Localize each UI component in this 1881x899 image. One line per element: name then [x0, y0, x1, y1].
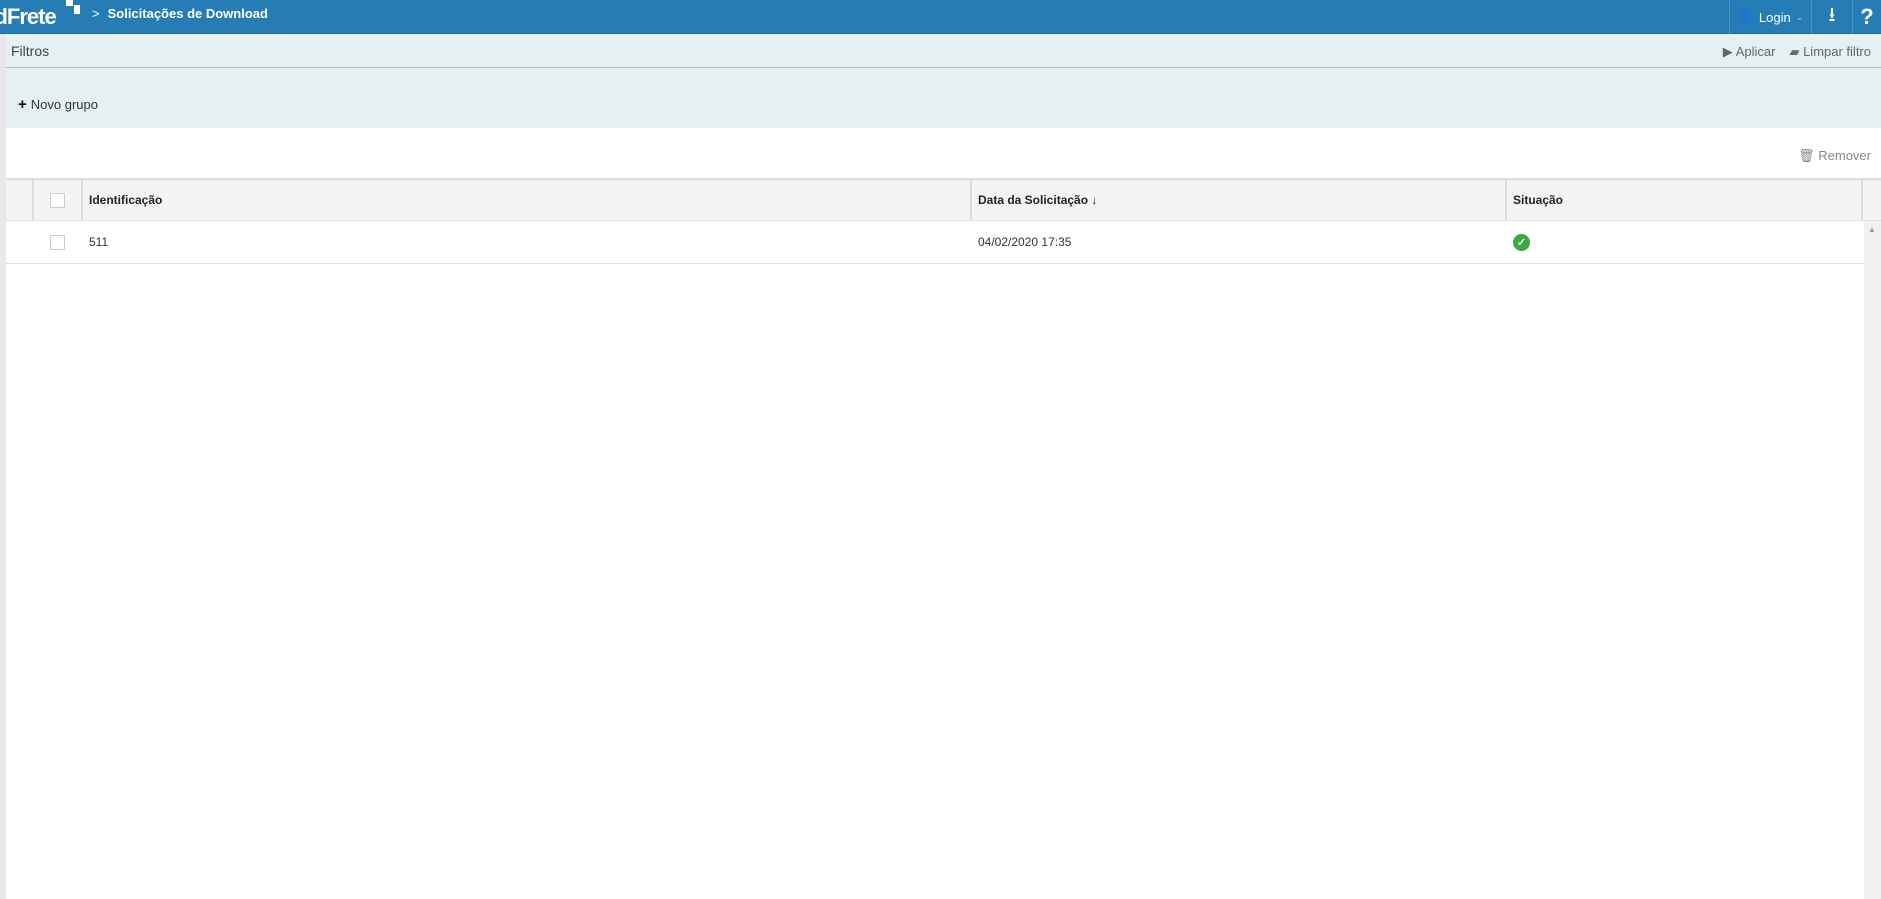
plus-icon: +	[18, 96, 27, 113]
top-bar: ddFrete > Solicitações de Download 👤 Login…	[0, 0, 1881, 34]
table-header: Identificação Data da Solicitação ↓ Situ…	[6, 178, 1881, 221]
play-icon: ▶	[1722, 44, 1733, 59]
filters-panel: Filtros ▶ Aplicar ▰ Limpar filtro + Novo …	[6, 34, 1881, 128]
breadcrumb: > Solicitações de Download	[92, 6, 268, 21]
left-edge	[0, 34, 6, 899]
clear-label: Limpar filtro	[1803, 44, 1871, 59]
remove-button[interactable]: 🗑 Remover	[1798, 148, 1871, 164]
apply-button[interactable]: ▶ Aplicar	[1723, 44, 1776, 60]
cell-identificacao: 511	[89, 235, 109, 249]
page-title: Solicitações de Download	[107, 6, 268, 21]
chevron-down-icon: ⌄	[1795, 11, 1804, 22]
logo[interactable]: ddFrete	[0, 4, 57, 30]
column-header-identificacao[interactable]: Identificação	[83, 180, 972, 220]
eraser-icon: ▰	[1789, 44, 1800, 59]
column-header-data[interactable]: Data da Solicitação ↓	[972, 180, 1507, 220]
logo-mark	[66, 0, 73, 6]
chevron-right-icon: >	[92, 6, 100, 21]
filters-title: Filtros	[11, 43, 50, 59]
select-all-checkbox[interactable]	[50, 192, 65, 208]
new-group-label: Novo grupo	[30, 97, 98, 112]
check-circle-icon: ✓	[1513, 233, 1530, 251]
column-header-situacao[interactable]: Situação	[1507, 180, 1863, 220]
remove-label: Remover	[1818, 148, 1871, 163]
help-button[interactable]: ?	[1852, 0, 1881, 34]
trash-icon: 🗑	[1798, 148, 1815, 163]
apply-label: Aplicar	[1735, 44, 1776, 59]
scrollbar[interactable]: ▲	[1864, 221, 1881, 899]
download-button[interactable]: ⭳	[1811, 0, 1852, 34]
row-gutter	[6, 180, 34, 220]
user-icon: 👤	[1737, 9, 1754, 24]
row-checkbox[interactable]	[50, 234, 65, 250]
clear-filter-button[interactable]: ▰ Limpar filtro	[1789, 44, 1871, 60]
scroll-up-icon[interactable]: ▲	[1868, 225, 1876, 234]
login-menu[interactable]: 👤 Login ⌄	[1729, 0, 1811, 34]
help-icon: ?	[1860, 4, 1874, 29]
new-group-button[interactable]: + Novo grupo	[18, 96, 98, 113]
login-label: Login	[1758, 9, 1791, 25]
download-icon: ⭳	[1828, 4, 1836, 26]
data-table: Identificação Data da Solicitação ↓ Situ…	[6, 178, 1881, 264]
table-row[interactable]: 511 04/02/2020 17:35 ✓	[6, 221, 1881, 264]
cell-data: 04/02/2020 17:35	[978, 235, 1072, 249]
logo-mark	[74, 5, 80, 14]
